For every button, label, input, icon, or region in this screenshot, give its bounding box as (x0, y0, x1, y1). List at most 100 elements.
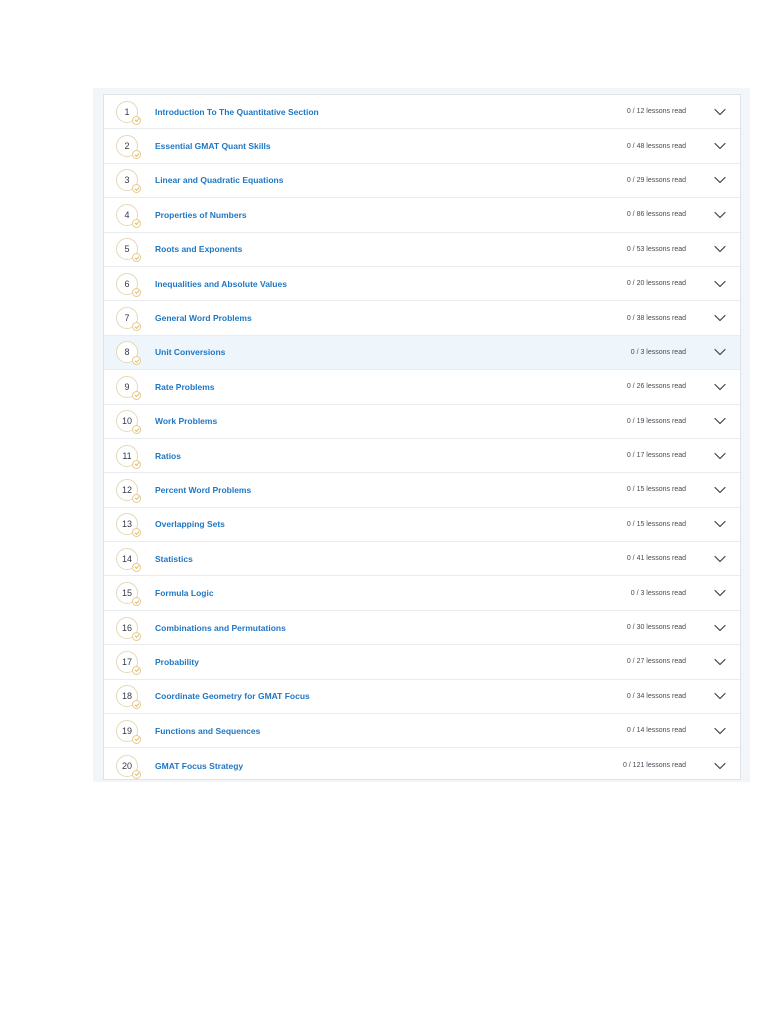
section-row-14[interactable]: 14 Statistics 0 / 41 lessons read (104, 542, 740, 577)
check-icon (132, 528, 141, 538)
chevron-down-icon[interactable] (714, 692, 726, 700)
chevron-down-icon[interactable] (714, 383, 726, 391)
section-row-19[interactable]: 19 Functions and Sequences 0 / 14 lesson… (104, 714, 740, 749)
section-row-20[interactable]: 20 GMAT Focus Strategy 0 / 121 lessons r… (104, 748, 740, 782)
check-icon (132, 287, 141, 297)
lessons-progress: 0 / 3 lessons read (630, 348, 686, 356)
section-row-1[interactable]: 1 Introduction To The Quantitative Secti… (104, 95, 740, 130)
lessons-progress: 0 / 19 lessons read (626, 417, 686, 425)
check-icon (132, 425, 141, 435)
chevron-down-icon[interactable] (714, 555, 726, 563)
section-title-link[interactable]: Properties of Numbers (155, 210, 247, 220)
check-icon (132, 597, 141, 607)
section-title-link[interactable]: Combinations and Permutations (155, 623, 286, 633)
chevron-down-icon[interactable] (714, 658, 726, 666)
section-row-2[interactable]: 2 Essential GMAT Quant Skills 0 / 48 les… (104, 129, 740, 164)
section-row-9[interactable]: 9 Rate Problems 0 / 26 lessons read (104, 370, 740, 405)
check-icon (132, 700, 141, 710)
lessons-progress: 0 / 12 lessons read (626, 108, 686, 116)
chevron-down-icon[interactable] (714, 176, 726, 184)
chevron-down-icon[interactable] (714, 762, 726, 770)
check-icon (132, 150, 141, 160)
lessons-progress: 0 / 48 lessons read (626, 142, 686, 150)
section-title-link[interactable]: Percent Word Problems (155, 485, 251, 495)
section-title-link[interactable]: Linear and Quadratic Equations (155, 175, 283, 185)
chevron-down-icon[interactable] (714, 280, 726, 288)
section-title-link[interactable]: Introduction To The Quantitative Section (155, 107, 319, 117)
chevron-down-icon[interactable] (714, 520, 726, 528)
check-icon (132, 184, 141, 194)
section-number-badge: 19 (116, 719, 141, 744)
section-number: 16 (121, 622, 132, 633)
chevron-down-icon[interactable] (714, 727, 726, 735)
section-row-10[interactable]: 10 Work Problems 0 / 19 lessons read (104, 405, 740, 439)
section-row-5[interactable]: 5 Roots and Exponents 0 / 53 lessons rea… (104, 233, 740, 267)
section-row-8[interactable]: 8 Unit Conversions 0 / 3 lessons read (104, 335, 740, 371)
chevron-down-icon[interactable] (714, 452, 726, 460)
section-row-6[interactable]: 6 Inequalities and Absolute Values 0 / 2… (104, 267, 740, 302)
chevron-down-icon[interactable] (714, 348, 726, 356)
section-number-badge: 7 (116, 307, 141, 332)
section-number-badge: 4 (116, 203, 141, 228)
section-title-link[interactable]: Ratios (155, 451, 181, 461)
chevron-down-icon[interactable] (714, 211, 726, 219)
section-number: 12 (121, 484, 132, 495)
section-number: 3 (124, 175, 130, 186)
chevron-down-icon[interactable] (714, 417, 726, 425)
section-row-4[interactable]: 4 Properties of Numbers 0 / 86 lessons r… (104, 198, 740, 233)
section-number: 2 (124, 141, 130, 152)
section-title-link[interactable]: Probability (155, 657, 199, 667)
check-icon (132, 459, 141, 469)
section-number: 11 (122, 450, 132, 461)
chevron-down-icon[interactable] (714, 624, 726, 632)
section-title-link[interactable]: Unit Conversions (155, 347, 225, 357)
lessons-progress: 0 / 38 lessons read (626, 314, 686, 322)
section-row-18[interactable]: 18 Coordinate Geometry for GMAT Focus 0 … (104, 680, 740, 715)
section-number: 7 (124, 313, 130, 324)
section-number: 4 (124, 209, 130, 220)
section-row-11[interactable]: 11 Ratios 0 / 17 lessons read (104, 439, 740, 474)
section-number-badge: 20 (116, 754, 141, 779)
lessons-progress: 0 / 15 lessons read (626, 486, 686, 494)
section-number-badge: 6 (116, 272, 141, 297)
section-title-link[interactable]: Inequalities and Absolute Values (155, 279, 287, 289)
check-icon (132, 390, 141, 400)
section-number-badge: 14 (116, 547, 141, 572)
section-row-12[interactable]: 12 Percent Word Problems 0 / 15 lessons … (104, 473, 740, 508)
section-row-16[interactable]: 16 Combinations and Permutations 0 / 30 … (104, 611, 740, 646)
lessons-progress: 0 / 15 lessons read (626, 520, 686, 528)
chevron-down-icon[interactable] (714, 245, 726, 253)
section-number: 5 (124, 244, 130, 255)
section-title-link[interactable]: Work Problems (155, 416, 217, 426)
section-title-link[interactable]: Roots and Exponents (155, 244, 242, 254)
check-icon (132, 218, 141, 228)
section-number: 13 (121, 519, 132, 530)
lessons-progress: 0 / 86 lessons read (626, 211, 686, 219)
section-title-link[interactable]: Statistics (155, 554, 193, 564)
section-title-link[interactable]: Functions and Sequences (155, 726, 260, 736)
section-number: 19 (121, 725, 132, 736)
lessons-progress: 0 / 41 lessons read (626, 555, 686, 563)
section-title-link[interactable]: GMAT Focus Strategy (155, 761, 243, 771)
section-row-15[interactable]: 15 Formula Logic 0 / 3 lessons read (104, 576, 740, 611)
section-row-3[interactable]: 3 Linear and Quadratic Equations 0 / 29 … (104, 164, 740, 199)
section-number-badge: 3 (116, 169, 141, 194)
section-number: 10 (121, 416, 132, 427)
section-row-13[interactable]: 13 Overlapping Sets 0 / 15 lessons read (104, 508, 740, 543)
section-title-link[interactable]: Overlapping Sets (155, 519, 225, 529)
lessons-progress: 0 / 20 lessons read (626, 280, 686, 288)
section-number: 17 (121, 656, 132, 667)
section-title-link[interactable]: General Word Problems (155, 313, 252, 323)
section-title-link[interactable]: Coordinate Geometry for GMAT Focus (155, 691, 310, 701)
section-title-link[interactable]: Formula Logic (155, 588, 214, 598)
section-row-17[interactable]: 17 Probability 0 / 27 lessons read (104, 645, 740, 680)
section-row-7[interactable]: 7 General Word Problems 0 / 38 lessons r… (104, 301, 740, 336)
section-title-link[interactable]: Rate Problems (155, 382, 215, 392)
chevron-down-icon[interactable] (714, 589, 726, 597)
chevron-down-icon[interactable] (714, 486, 726, 494)
section-title-link[interactable]: Essential GMAT Quant Skills (155, 141, 271, 151)
chevron-down-icon[interactable] (714, 314, 726, 322)
lessons-progress: 0 / 121 lessons read (622, 762, 686, 770)
chevron-down-icon[interactable] (714, 142, 726, 150)
chevron-down-icon[interactable] (714, 108, 726, 116)
